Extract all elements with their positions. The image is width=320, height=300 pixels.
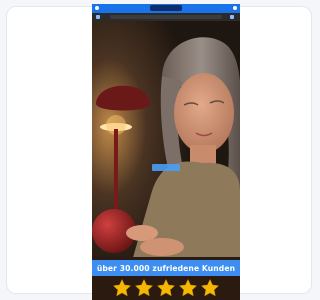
promo-banner-text: über 30.000 zufriedene Kunden: [96, 263, 236, 273]
promo-banner[interactable]: über 30.000 zufriedene Kunden: [92, 260, 240, 276]
status-title: [150, 5, 182, 11]
phone-ad-preview: über 30.000 zufriedene Kunden: [92, 4, 240, 300]
address-field[interactable]: [110, 15, 222, 19]
ad-photo: [92, 21, 240, 300]
menu-icon[interactable]: [96, 15, 100, 19]
star-icon: [112, 278, 132, 297]
star-icon: [200, 278, 220, 297]
rating-stars: [92, 276, 240, 300]
star-icon: [178, 278, 198, 297]
star-icon: [156, 278, 176, 297]
play-button[interactable]: [152, 164, 180, 171]
signal-icon: [95, 6, 99, 10]
status-bar: [92, 4, 240, 13]
battery-icon: [233, 6, 237, 10]
tabs-icon[interactable]: [230, 15, 234, 19]
star-icon: [134, 278, 154, 297]
browser-url-bar[interactable]: [92, 13, 240, 21]
